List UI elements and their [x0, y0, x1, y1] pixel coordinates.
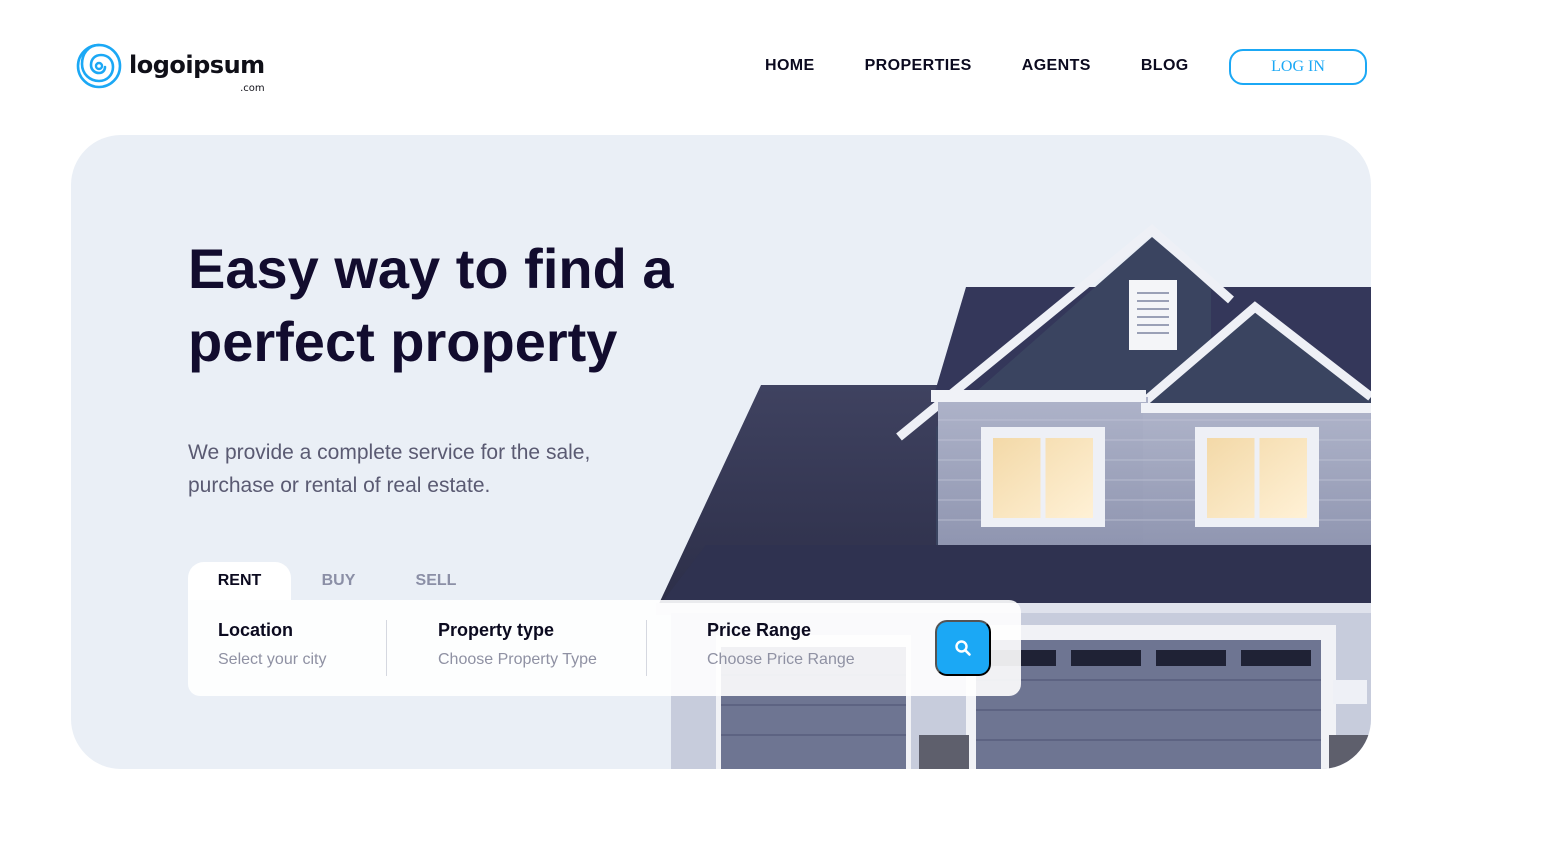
hero-subtext-line2: purchase or rental of real estate.	[188, 474, 491, 497]
login-button[interactable]: LOG IN	[1229, 49, 1367, 85]
nav-agents[interactable]: AGENTS	[1022, 57, 1091, 75]
hero-subtext-line1: We provide a complete service for the sa…	[188, 441, 591, 464]
logo-spiral-icon	[76, 43, 122, 89]
hero-section: Easy way to find a perfect property We p…	[71, 135, 1371, 769]
main-nav: HOME PROPERTIES AGENTS BLOG	[765, 57, 1189, 75]
property-type-value: Choose Property Type	[438, 651, 597, 668]
logo-domain: .com	[240, 83, 265, 94]
hero-headline: Easy way to find a perfect property	[188, 232, 748, 378]
price-range-field[interactable]: Price Range Choose Price Range	[707, 620, 855, 669]
price-range-label: Price Range	[707, 620, 812, 640]
search-bar: Location Select your city Property type …	[188, 600, 1021, 696]
divider	[646, 620, 647, 676]
nav-home[interactable]: HOME	[765, 57, 815, 75]
divider	[386, 620, 387, 676]
logo-text: logoipsum .com	[129, 51, 265, 94]
hero-headline-line2: perfect property	[188, 310, 618, 373]
nav-blog[interactable]: BLOG	[1141, 57, 1189, 75]
tab-rent[interactable]: RENT	[188, 562, 291, 600]
tab-buy[interactable]: BUY	[291, 562, 386, 600]
tab-sell[interactable]: SELL	[386, 562, 486, 600]
location-field[interactable]: Location Select your city	[218, 620, 326, 669]
property-type-label: Property type	[438, 620, 555, 640]
property-type-field[interactable]: Property type Choose Property Type	[438, 620, 597, 669]
price-range-value: Choose Price Range	[707, 651, 855, 668]
search-tabs: RENT BUY SELL	[188, 562, 486, 600]
hero-subtext: We provide a complete service for the sa…	[188, 436, 658, 502]
logo[interactable]: logoipsum .com	[76, 41, 265, 94]
logo-name: logoipsum	[129, 51, 265, 79]
hero-headline-line1: Easy way to find a	[188, 237, 674, 300]
search-icon	[955, 640, 971, 656]
location-value: Select your city	[218, 651, 327, 668]
search-button[interactable]	[935, 620, 991, 676]
page: logoipsum .com HOME PROPERTIES AGENTS BL…	[0, 0, 1565, 854]
nav-properties[interactable]: PROPERTIES	[865, 57, 972, 75]
location-label: Location	[218, 620, 293, 640]
